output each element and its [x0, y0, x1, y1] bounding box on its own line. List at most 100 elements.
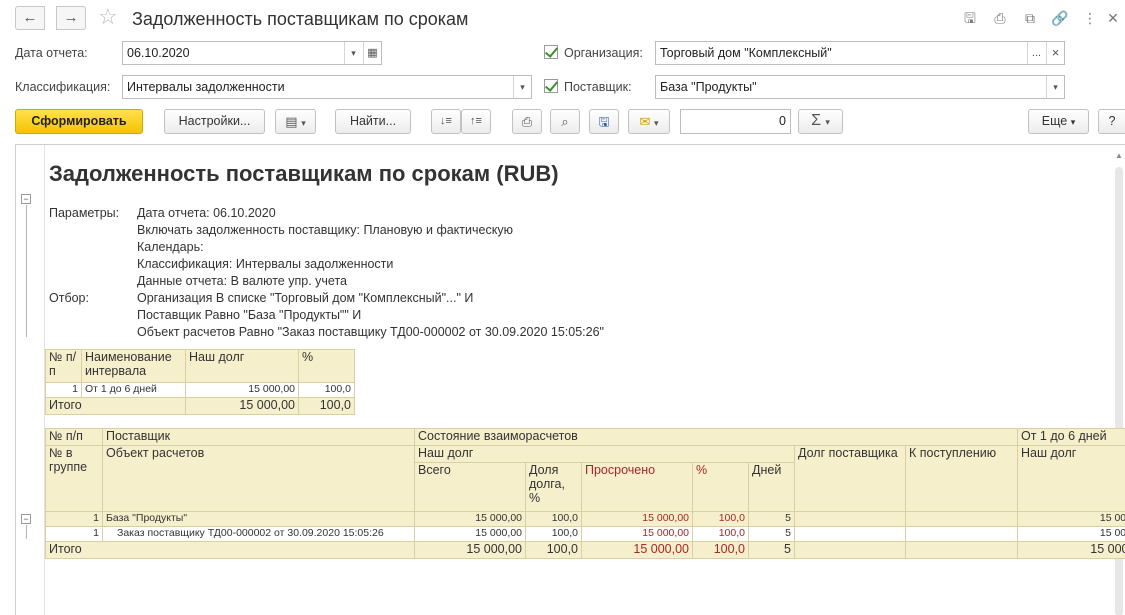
supplier-label: Поставщик: — [564, 80, 632, 94]
save-button[interactable]: 🖫 — [589, 109, 619, 134]
total-total: 15 000,00 — [414, 541, 526, 559]
save-icon[interactable]: 🖫 — [961, 9, 979, 27]
print-icon[interactable]: ⎙ — [991, 9, 1009, 27]
filter-line: Объект расчетов Равно "Заказ поставщику … — [137, 325, 604, 339]
total-row: Итого 15 000,00 100,0 — [45, 397, 355, 415]
filter-line: Организация В списке "Торговый дом "Комп… — [137, 291, 474, 305]
cell-incoming — [905, 511, 1018, 527]
sigma-icon: Σ — [811, 112, 821, 129]
table-row[interactable]: 1 От 1 до 6 дней 15 000,00 100,0 — [45, 382, 355, 398]
total-share: 100,0 — [525, 541, 582, 559]
col-header-interval: От 1 до 6 дней — [1017, 428, 1125, 446]
cell-overdue: 15 000,00 — [581, 511, 693, 527]
supplier-value: База "Продукты" — [660, 80, 757, 94]
title-bar: ← → ☆ Задолженность поставщикам по срока… — [0, 0, 1125, 36]
group-bracket-line — [26, 525, 27, 539]
print-button[interactable]: ⎙ — [512, 109, 542, 134]
sort-asc-button[interactable]: ↑≡ — [461, 109, 491, 134]
chevron-down-icon: ▾ — [1070, 117, 1076, 127]
cell-overdue: 15 000,00 — [581, 526, 693, 542]
more-button[interactable]: Еще ▾ — [1028, 109, 1089, 134]
group-collapse-icon[interactable]: − — [21, 514, 31, 524]
col-header-num: № п/п — [45, 349, 82, 383]
date-dropdown-button[interactable]: ▾ — [344, 42, 362, 64]
settlements-table: № п/п Поставщик Состояние взаиморасчетов… — [45, 428, 1125, 559]
link-icon[interactable]: 🔗 — [1051, 9, 1069, 27]
arrow-right-icon: → — [63, 9, 79, 26]
param-line: Календарь: — [137, 240, 204, 254]
org-select-button[interactable]: ... — [1027, 42, 1045, 64]
forward-button[interactable]: → — [56, 6, 86, 30]
classification-field[interactable]: Интервалы задолженности ▾ — [122, 75, 532, 99]
favorite-star-icon[interactable]: ☆ — [98, 5, 118, 29]
chevron-down-icon: ▾ — [351, 48, 356, 58]
calendar-button[interactable]: ▦ — [363, 42, 381, 64]
intervals-table: № п/п Наименование интервала Наш долг % … — [45, 349, 355, 415]
report-variant-button[interactable]: ▤ ▾ — [275, 109, 316, 134]
cell-days: 5 — [748, 526, 795, 542]
sum-field[interactable]: 0 — [680, 109, 791, 134]
sort-descending-icon: ↓≡ — [440, 115, 452, 127]
org-value: Торговый дом "Комплексный" — [660, 46, 832, 60]
back-button[interactable]: ← — [15, 6, 45, 30]
col-header-supplier-debt: Долг поставщика — [794, 445, 906, 512]
cell-total: 15 000,00 — [414, 511, 526, 527]
supplier-dropdown-button[interactable]: ▾ — [1046, 76, 1064, 98]
cell-num: 1 — [45, 511, 103, 527]
supplier-checkbox[interactable] — [544, 79, 558, 93]
chevron-down-icon: ▾ — [1053, 82, 1058, 92]
col-header-days: Дней — [748, 462, 795, 512]
cell-incoming — [905, 526, 1018, 542]
ellipsis-icon: ... — [1031, 47, 1042, 59]
chevron-down-icon: ▾ — [520, 82, 525, 92]
cell-overdue-pct: 100,0 — [692, 526, 749, 542]
col-header-supplier: Поставщик — [102, 428, 415, 446]
cell-num: 1 — [45, 526, 103, 542]
clear-icon: × — [1051, 45, 1060, 60]
more-icon[interactable]: ⋮ — [1081, 9, 1099, 27]
save-icon: 🖫 — [598, 114, 610, 129]
window-title: Задолженность поставщикам по срокам — [132, 9, 469, 29]
cell-days: 5 — [748, 511, 795, 527]
cell-supplier-debt — [794, 511, 906, 527]
send-mail-button[interactable]: ✉ ▾ — [628, 109, 670, 134]
preview-icon[interactable]: ⧉ — [1021, 9, 1039, 27]
mail-icon: ✉ — [639, 114, 651, 129]
classification-dropdown-button[interactable]: ▾ — [513, 76, 531, 98]
sum-mode-button[interactable]: Σ ▾ — [798, 109, 843, 134]
table-row[interactable]: 1 Заказ поставщику ТД00-000002 от 30.09.… — [45, 526, 1125, 542]
date-field[interactable]: 06.10.2020 ▾ ▦ — [122, 41, 382, 65]
org-field[interactable]: Торговый дом "Комплексный" ... × — [655, 41, 1065, 65]
col-header-share: Доля долга, % — [525, 462, 582, 512]
col-header-state: Состояние взаиморасчетов — [414, 428, 1018, 446]
settings-button[interactable]: Настройки... — [164, 109, 265, 134]
scroll-up-icon[interactable]: ▲ — [1114, 151, 1124, 161]
cell-supplier-debt — [794, 526, 906, 542]
arrow-left-icon: ← — [22, 9, 38, 26]
org-clear-button[interactable]: × — [1046, 42, 1064, 64]
col-header-interval: Наименование интервала — [81, 349, 186, 383]
cell-supplier: База "Продукты" — [102, 511, 415, 527]
total-row: Итого 15 000,00 100,0 15 000,00 100,0 5 … — [45, 541, 1125, 559]
cell-share: 100,0 — [525, 511, 582, 527]
find-button[interactable]: Найти... — [335, 109, 411, 134]
group-collapse-icon[interactable]: − — [21, 194, 31, 204]
cell-interval: 15 000 — [1017, 511, 1125, 527]
preview-button[interactable]: ⌕ — [550, 109, 580, 134]
help-button[interactable]: ? — [1098, 109, 1125, 134]
cell-debt: 15 000,00 — [185, 382, 299, 398]
col-header-debt: Наш долг — [185, 349, 299, 383]
param-line: Включать задолженность поставщику: Плано… — [137, 223, 513, 237]
chevron-down-icon: ▾ — [301, 118, 306, 128]
close-icon[interactable]: ✕ — [1104, 9, 1122, 27]
chevron-down-icon: ▾ — [654, 118, 659, 128]
group-row[interactable]: 1 База "Продукты" 15 000,00 100,0 15 000… — [45, 511, 1125, 527]
generate-button[interactable]: Сформировать — [15, 109, 143, 134]
org-checkbox[interactable] — [544, 45, 558, 59]
col-header-interval-debt: Наш долг — [1017, 445, 1125, 512]
total-supplier-debt — [794, 541, 906, 559]
supplier-field[interactable]: База "Продукты" ▾ — [655, 75, 1065, 99]
sort-desc-button[interactable]: ↓≡ — [431, 109, 461, 134]
report-variant-icon: ▤ — [285, 114, 298, 129]
total-interval: 15 000, — [1017, 541, 1125, 559]
